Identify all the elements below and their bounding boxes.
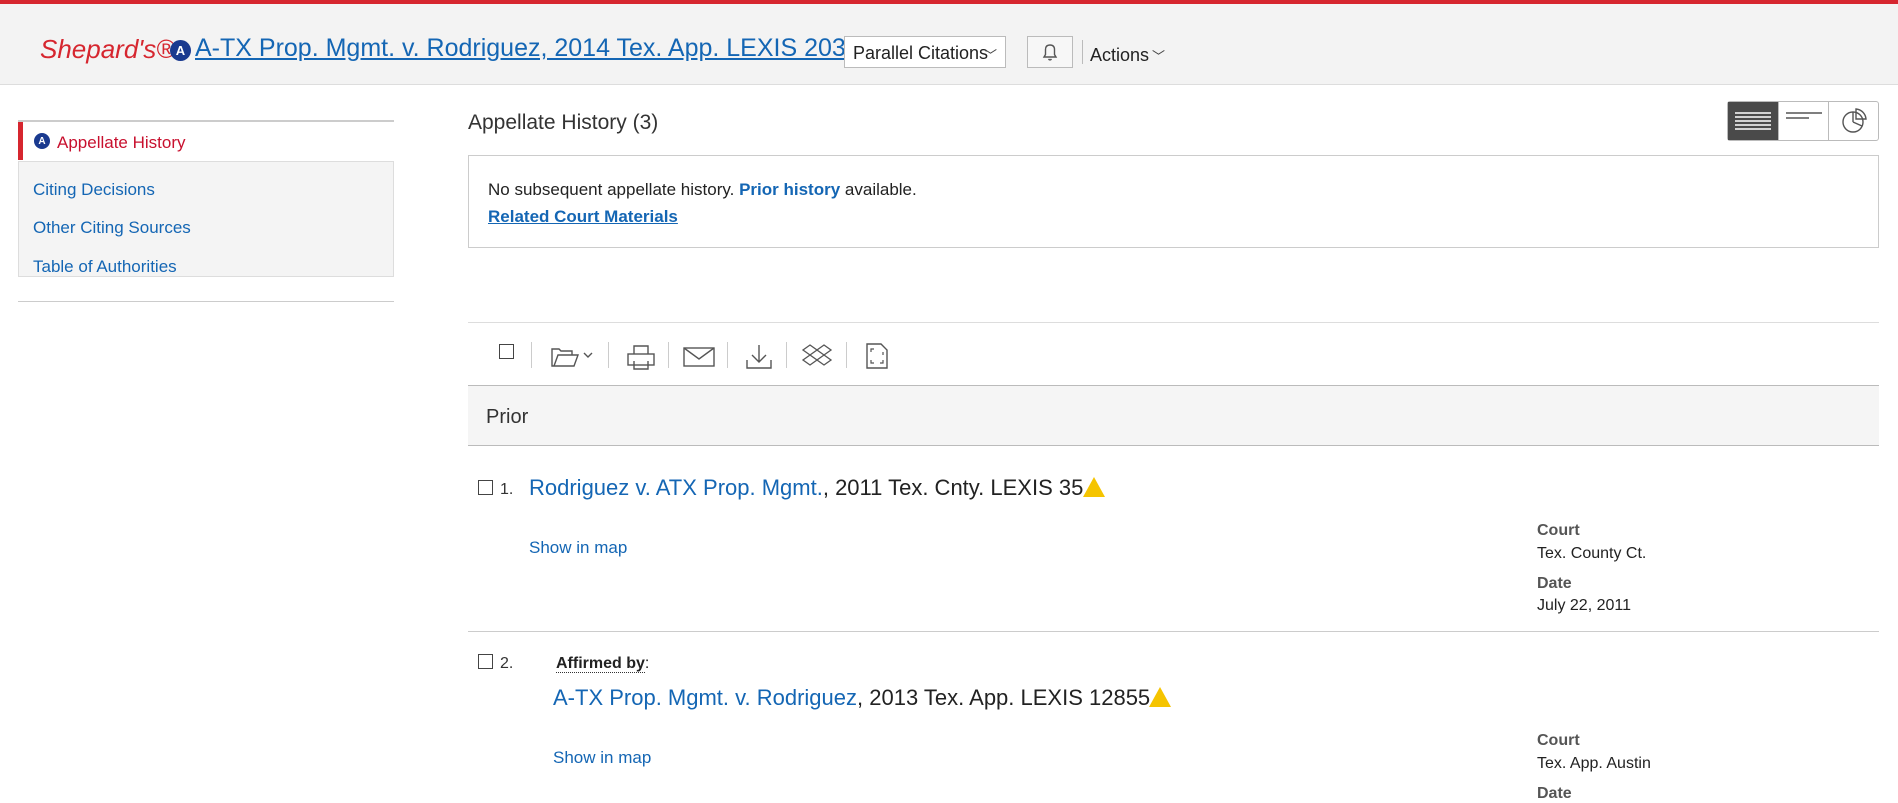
result-checkbox[interactable]: [478, 654, 493, 669]
dropbox-icon: [801, 344, 833, 366]
court-value: Tex. App. Austin: [1537, 755, 1651, 772]
court-value: Tex. County Ct.: [1537, 545, 1647, 562]
toolbar-separator: [786, 342, 787, 368]
prior-section-label: Prior: [486, 406, 529, 428]
folder-dropdown-button[interactable]: [548, 336, 600, 376]
select-all-checkbox[interactable]: [499, 344, 514, 359]
email-button[interactable]: [681, 336, 717, 376]
caution-warning-icon[interactable]: [1148, 686, 1172, 708]
chevron-down-icon: ﹀: [983, 48, 997, 63]
prior-section-header: Prior: [468, 385, 1879, 446]
info-text: No subsequent appellate history. Prior h…: [488, 180, 917, 200]
sidebar-item-other-citing-sources[interactable]: Other Citing Sources: [33, 218, 191, 238]
sidebar-item-table-of-authorities[interactable]: Table of Authorities: [33, 257, 177, 277]
date-value: July 22, 2011: [1537, 597, 1631, 614]
info-suffix: available.: [844, 180, 917, 199]
court-label: Court: [1537, 732, 1580, 749]
sidebar-item-citing-decisions[interactable]: Citing Decisions: [33, 180, 155, 200]
header-separator: [1082, 40, 1083, 64]
treatment-badge-icon: A: [34, 133, 50, 149]
alert-bell-button[interactable]: [1027, 36, 1073, 68]
parallel-citations-dropdown[interactable]: Parallel Citations ﹀: [844, 36, 1006, 68]
result-title: A-TX Prop. Mgmt. v. Rodriguez, 2013 Tex.…: [553, 685, 1150, 711]
toolbar-separator: [846, 342, 847, 368]
expand-document-icon: [866, 343, 888, 369]
results-toolbar: [468, 336, 1879, 376]
treatment-badge-icon: A: [170, 40, 191, 61]
relation-suffix: :: [644, 655, 650, 672]
compact-view-button[interactable]: [1778, 102, 1828, 140]
download-icon: [746, 345, 772, 369]
show-in-map-link[interactable]: Show in map: [529, 538, 627, 558]
download-button[interactable]: [742, 336, 776, 376]
related-court-materials-link[interactable]: Related Court Materials: [488, 207, 678, 227]
toolbar-separator: [608, 342, 609, 368]
view-toggle: [1727, 101, 1879, 141]
relation-label: Affirmed by:: [556, 655, 649, 673]
appellate-info-box: No subsequent appellate history. Prior h…: [468, 155, 1879, 248]
show-in-map-link[interactable]: Show in map: [553, 748, 651, 768]
prior-history-link[interactable]: Prior history: [739, 180, 840, 199]
case-name-link[interactable]: Rodriguez v. ATX Prop. Mgmt.: [529, 475, 823, 500]
toolbar-separator: [531, 342, 532, 368]
document-title-link[interactable]: A-TX Prop. Mgmt. v. Rodriguez, 2014 Tex.…: [195, 34, 860, 63]
result-title: Rodriguez v. ATX Prop. Mgmt., 2011 Tex. …: [529, 475, 1083, 501]
full-view-button[interactable]: [1728, 102, 1778, 140]
page-title: Appellate History (3): [468, 111, 659, 134]
folder-icon: [551, 348, 593, 367]
print-icon: [627, 345, 655, 370]
court-label: Court: [1537, 522, 1580, 539]
result-number: 2.: [500, 655, 514, 672]
toolbar-separator: [727, 342, 728, 368]
compact-view-icon: [1786, 112, 1822, 119]
affirmed-by-label[interactable]: Affirmed by: [556, 655, 645, 673]
sidebar-item-appellate-history[interactable]: A Appellate History: [18, 122, 394, 160]
result-checkbox[interactable]: [478, 480, 493, 495]
print-button[interactable]: [624, 336, 660, 376]
full-view-icon: [1735, 112, 1771, 130]
caution-warning-icon[interactable]: [1082, 476, 1106, 498]
pie-chart-icon: [1842, 108, 1867, 133]
date-label: Date: [1537, 785, 1572, 802]
sidebar-list: Citing Decisions Other Citing Sources Ta…: [18, 161, 394, 277]
bell-icon: [1042, 44, 1058, 61]
result-number: 1.: [500, 481, 514, 498]
actions-menu[interactable]: Actions ﹀: [1090, 45, 1165, 66]
toolbar-separator: [668, 342, 669, 368]
info-prefix: No subsequent appellate history.: [488, 180, 735, 199]
date-label: Date: [1537, 575, 1572, 592]
result-divider: [468, 631, 1879, 632]
citation-text: , 2011 Tex. Cnty. LEXIS 35: [822, 475, 1084, 500]
chart-view-button[interactable]: [1828, 102, 1878, 140]
page-header: Shepard's®: A A-TX Prop. Mgmt. v. Rodrig…: [0, 4, 1898, 85]
sidebar-item-label: Appellate History: [57, 133, 186, 152]
shepards-brand: Shepard's®:: [40, 34, 183, 64]
parallel-citations-label: Parallel Citations: [853, 43, 989, 63]
citation-text: , 2013 Tex. App. LEXIS 12855: [857, 685, 1151, 710]
full-screen-button[interactable]: [860, 336, 894, 376]
actions-label: Actions: [1090, 45, 1150, 65]
sidebar-bottom-divider: [18, 301, 394, 302]
case-name-link[interactable]: A-TX Prop. Mgmt. v. Rodriguez: [553, 685, 857, 710]
dropbox-button[interactable]: [800, 336, 834, 376]
email-icon: [683, 347, 715, 367]
chevron-down-icon: ﹀: [1152, 49, 1166, 64]
toolbar-top-divider: [468, 322, 1879, 323]
